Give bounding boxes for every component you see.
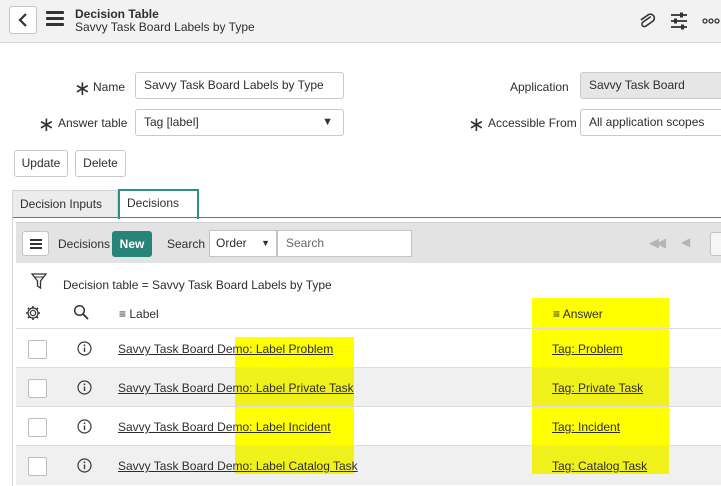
header-bar: Decision Table Savvy Task Board Labels b… xyxy=(0,0,721,43)
answer-table-label: Answer table xyxy=(58,116,128,130)
gear-icon[interactable] xyxy=(25,305,41,321)
label-link[interactable]: Savvy Task Board Demo: Label Problem xyxy=(118,342,333,356)
answer-link[interactable]: Tag: Private Task xyxy=(552,381,643,395)
tab-decisions[interactable]: Decisions (4) xyxy=(118,189,199,235)
info-icon[interactable] xyxy=(77,419,92,434)
panel-border xyxy=(12,217,13,486)
label-link[interactable]: Savvy Task Board Demo: Label Private Tas… xyxy=(118,381,354,395)
new-button[interactable]: New xyxy=(112,231,152,257)
answer-table-value: Tag [label] xyxy=(144,115,199,129)
more-icon[interactable] xyxy=(701,11,721,31)
page-title: Decision Table xyxy=(75,7,159,21)
info-icon[interactable] xyxy=(77,380,92,395)
label-link[interactable]: Savvy Task Board Demo: Label Incident xyxy=(118,420,331,434)
tab-decision-inputs[interactable]: Decision Inputs (2) xyxy=(12,190,118,237)
list-menu-button[interactable] xyxy=(22,231,49,256)
required-icon: ∗ xyxy=(38,114,55,136)
previous-page-icon[interactable]: ◀ xyxy=(681,235,690,249)
sliders-icon[interactable] xyxy=(669,11,689,31)
hamburger-icon[interactable] xyxy=(46,11,64,27)
required-icon: ∗ xyxy=(468,114,485,136)
name-field[interactable]: Savvy Task Board Labels by Type xyxy=(135,72,344,99)
application-label: Application xyxy=(510,80,569,94)
filter-breadcrumb[interactable]: Decision table = Savvy Task Board Labels… xyxy=(63,278,332,292)
accessible-from-select[interactable]: All application scopes xyxy=(580,109,721,136)
required-icon: ∗ xyxy=(74,78,91,100)
search-field-select[interactable]: Order ▼ xyxy=(209,230,277,257)
row-checkbox[interactable] xyxy=(28,457,47,476)
delete-button[interactable]: Delete xyxy=(75,150,126,177)
caret-down-icon: ▼ xyxy=(261,238,270,248)
answer-column-title: Answer xyxy=(562,307,603,321)
name-label: Name xyxy=(93,80,126,94)
filter-icon[interactable] xyxy=(31,272,47,290)
search-label: Search xyxy=(167,237,206,251)
column-menu-icon: ≡ xyxy=(119,307,127,321)
answer-link[interactable]: Tag: Problem xyxy=(552,342,623,356)
answer-table-select[interactable]: Tag [label] ▼ xyxy=(135,109,344,136)
back-button[interactable] xyxy=(9,6,37,34)
column-menu-icon: ≡ xyxy=(553,307,561,321)
first-page-icon[interactable]: ◀◀ xyxy=(649,235,666,251)
tab-divider xyxy=(12,217,721,218)
row-checkbox[interactable] xyxy=(28,340,47,359)
chevron-left-icon xyxy=(18,13,27,27)
column-label-header[interactable]: ≡ Label xyxy=(119,307,159,321)
paperclip-icon[interactable] xyxy=(637,11,657,31)
list-toolbar: Decisions New Search Order ▼ Search ◀◀ ◀ xyxy=(16,222,721,263)
row-checkbox[interactable] xyxy=(28,418,47,437)
column-answer-header[interactable]: ≡ Answer xyxy=(553,307,603,321)
table-row: Savvy Task Board Demo: Label Catalog Tas… xyxy=(16,445,721,485)
search-input[interactable]: Search xyxy=(277,230,412,257)
info-icon[interactable] xyxy=(77,458,92,473)
answer-link[interactable]: Tag: Incident xyxy=(552,420,620,434)
table-row: Savvy Task Board Demo: Label Problem Tag… xyxy=(16,328,721,368)
accessible-from-label: Accessible From xyxy=(488,116,577,130)
page-subtitle: Savvy Task Board Labels by Type xyxy=(75,20,255,34)
list-title: Decisions xyxy=(58,237,111,251)
label-link[interactable]: Savvy Task Board Demo: Label Catalog Tas… xyxy=(118,459,358,473)
table-row: Savvy Task Board Demo: Label Private Tas… xyxy=(16,367,721,407)
label-column-title: Label xyxy=(129,307,159,321)
table-row: Savvy Task Board Demo: Label Incident Ta… xyxy=(16,406,721,446)
search-icon[interactable] xyxy=(73,304,89,320)
caret-down-icon: ▼ xyxy=(322,116,333,128)
page-number-field[interactable] xyxy=(710,232,721,256)
answer-link[interactable]: Tag: Catalog Task xyxy=(552,459,647,473)
application-field: Savvy Task Board xyxy=(580,72,721,99)
search-field-value: Order xyxy=(216,236,247,250)
update-button[interactable]: Update xyxy=(14,150,68,177)
row-checkbox[interactable] xyxy=(28,379,47,398)
info-icon[interactable] xyxy=(77,341,92,356)
